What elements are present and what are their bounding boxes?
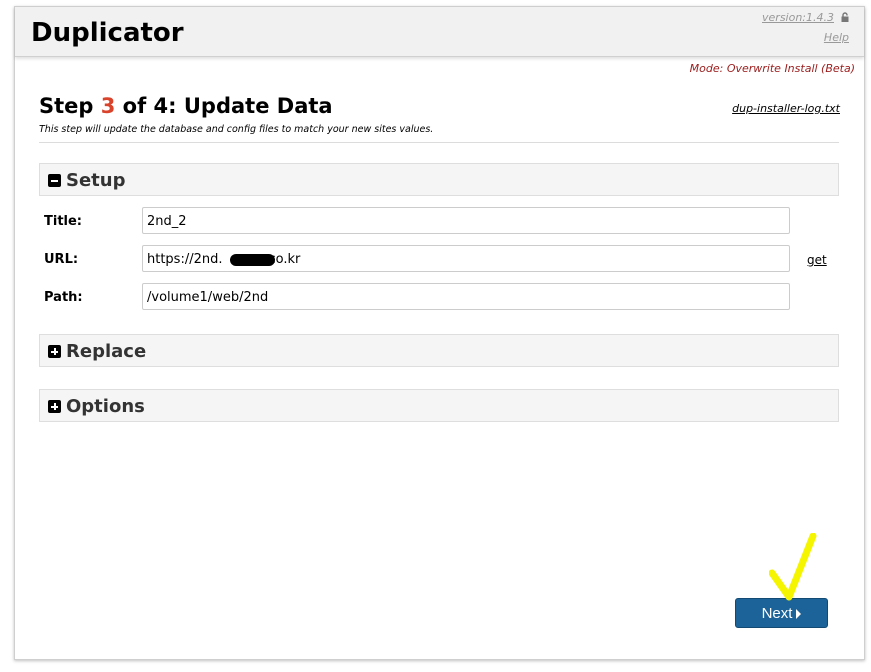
title-label: Title: — [44, 214, 83, 229]
lock-icon — [841, 12, 849, 22]
step-number: 3 — [100, 94, 116, 118]
path-input[interactable]: /volume1/web/2nd — [142, 283, 790, 310]
plus-icon — [48, 345, 61, 358]
replace-section-title: Replace — [66, 341, 147, 362]
next-button-label: Next — [761, 605, 793, 622]
step-title-prefix: Step — [39, 94, 101, 118]
options-section-header[interactable]: Options — [39, 389, 839, 422]
replace-section-header[interactable]: Replace — [39, 334, 839, 367]
caret-right-icon — [796, 609, 802, 620]
checkmark-annotation — [769, 533, 817, 601]
plus-icon — [48, 400, 61, 413]
step-title: Step 3 of 4: Update Data — [39, 94, 333, 118]
divider — [39, 142, 839, 143]
minus-icon — [48, 174, 61, 187]
options-section-title: Options — [66, 396, 145, 417]
app-title: Duplicator — [31, 18, 184, 48]
setup-section-title: Setup — [66, 170, 126, 191]
installer-log-link[interactable]: dup-installer-log.txt — [732, 102, 840, 115]
step-description: This step will update the database and c… — [39, 124, 434, 135]
title-input[interactable]: 2nd_2 — [142, 207, 790, 234]
help-link[interactable]: Help — [824, 31, 849, 44]
step-title-suffix: of 4: Update Data — [115, 94, 333, 118]
version-link[interactable]: version:1.4.3 — [762, 11, 834, 24]
installer-window: Duplicator version:1.4.3 Help Mode: Over… — [14, 6, 865, 660]
redaction-mark — [230, 254, 275, 266]
url-label: URL: — [44, 252, 79, 267]
url-value-start: https://2nd. — [147, 252, 223, 267]
header: Duplicator version:1.4.3 Help — [15, 7, 864, 57]
path-label: Path: — [44, 290, 83, 305]
setup-section-header[interactable]: Setup — [39, 163, 839, 196]
get-url-link[interactable]: get — [807, 253, 827, 267]
mode-label: Mode: Overwrite Install (Beta) — [689, 62, 855, 75]
